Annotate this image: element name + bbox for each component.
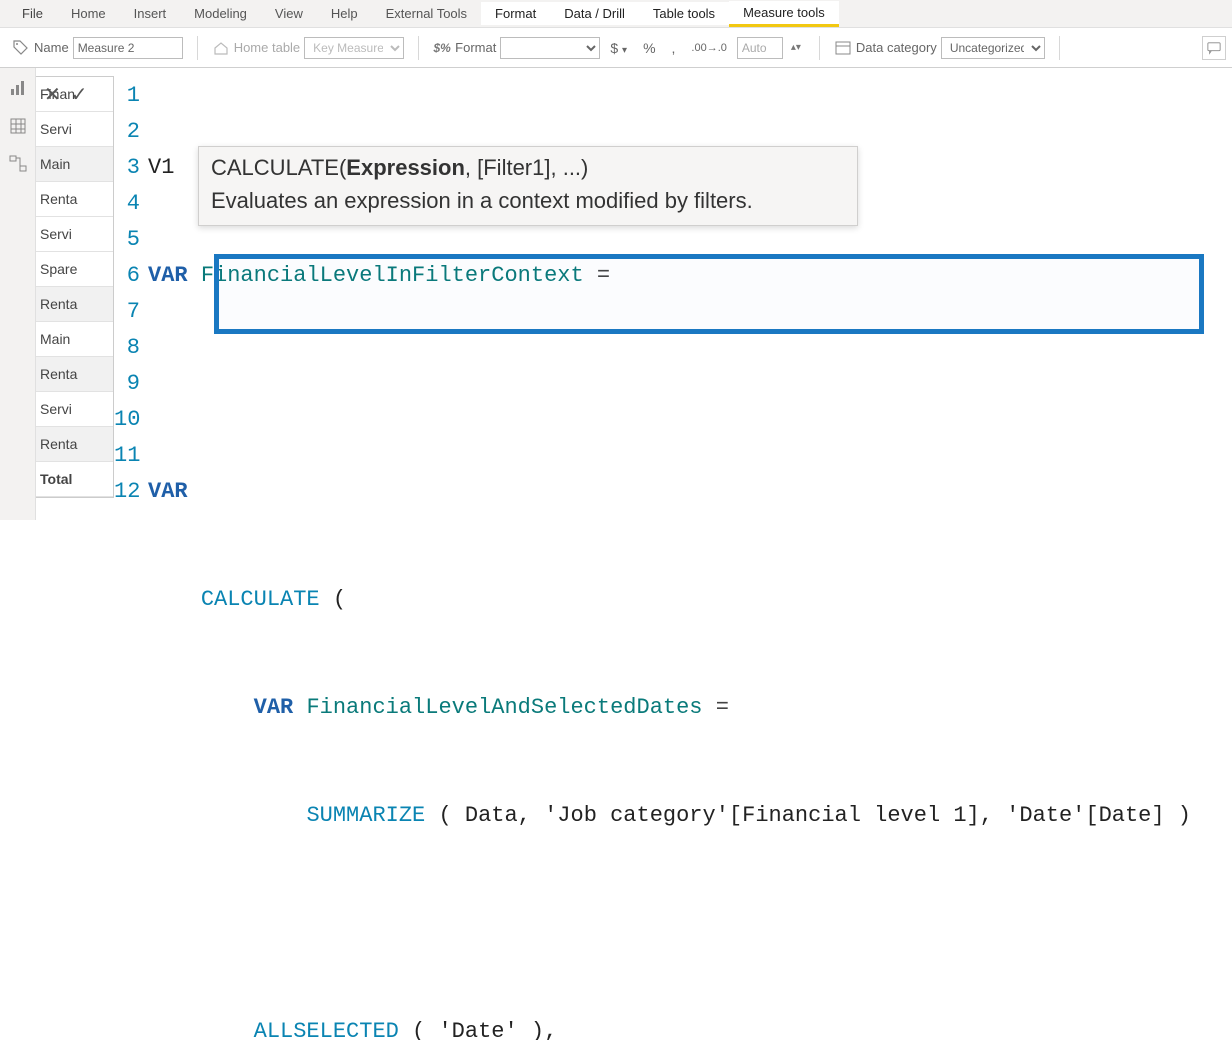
menu-insert[interactable]: Insert [120,2,181,25]
decimal-places-input[interactable] [737,37,783,59]
format-icon: $% [433,39,451,57]
menu-bar: File Home Insert Modeling View Help Exte… [0,0,1232,28]
list-item[interactable]: Renta [36,287,113,322]
thousands-button[interactable]: , [666,40,682,56]
dax-editor[interactable]: 1 2 3 4 5 6 7 8 9 10 11 12 V1 = VAR Fina… [114,78,1224,512]
currency-button[interactable]: $ ▾ [604,40,633,56]
format-select[interactable] [500,37,600,59]
list-item[interactable]: Servi [36,112,113,147]
name-group: Name [6,28,189,67]
list-item[interactable]: Renta [36,357,113,392]
data-category-label: Data category [856,40,937,55]
tooltip-description: Evaluates an expression in a context mod… [211,186,845,217]
menu-data-drill[interactable]: Data / Drill [550,2,639,25]
tag-icon [12,39,30,57]
stepper-icon[interactable]: ▴▾ [787,39,805,57]
menu-view[interactable]: View [261,2,317,25]
list-item-total[interactable]: Total [36,462,113,497]
menu-table-tools[interactable]: Table tools [639,2,729,25]
home-icon [212,39,230,57]
menu-home[interactable]: Home [57,2,120,25]
comment-button[interactable] [1202,36,1226,60]
data-view-icon[interactable] [6,114,30,138]
ribbon-toolbar: Name Home table Key Measures $% Format $… [0,28,1232,68]
home-table-select[interactable]: Key Measures [304,37,404,59]
home-table-group: Home table Key Measures [206,28,410,67]
menu-format[interactable]: Format [481,2,550,25]
intellisense-tooltip: CALCULATE(Expression, [Filter1], ...) Ev… [198,146,858,226]
category-icon [834,39,852,57]
menu-external-tools[interactable]: External Tools [372,2,481,25]
menu-help[interactable]: Help [317,2,372,25]
name-label: Name [34,40,69,55]
menu-measure-tools[interactable]: Measure tools [729,1,839,27]
model-view-icon[interactable] [6,152,30,176]
cancel-formula-icon[interactable]: ✕ [44,82,61,107]
data-category-group: Data category Uncategorized [828,28,1051,67]
list-item[interactable]: Main [36,147,113,182]
list-item[interactable]: Servi [36,217,113,252]
formula-controls: ✕ ✓ [44,82,88,107]
list-item[interactable]: Renta [36,182,113,217]
percent-button[interactable]: % [637,40,661,56]
home-table-label: Home table [234,40,300,55]
menu-modeling[interactable]: Modeling [180,2,261,25]
tooltip-signature: CALCULATE(Expression, [Filter1], ...) [211,153,845,184]
line-gutter: 1 2 3 4 5 6 7 8 9 10 11 12 [114,78,146,510]
list-item[interactable]: Spare [36,252,113,287]
precision-button[interactable]: .00→.0 [685,42,732,54]
format-group: $% Format $ ▾ % , .00→.0 ▴▾ [427,28,811,67]
list-item[interactable]: Renta [36,427,113,462]
view-strip [0,68,36,520]
list-item[interactable]: Main [36,322,113,357]
commit-formula-icon[interactable]: ✓ [71,82,88,107]
report-view-icon[interactable] [6,76,30,100]
menu-file[interactable]: File [8,2,57,25]
format-label: Format [455,40,496,55]
measure-name-input[interactable] [73,37,183,59]
data-category-select[interactable]: Uncategorized [941,37,1045,59]
field-list: Finan Servi Main Renta Servi Spare Renta… [36,76,114,498]
list-item[interactable]: Servi [36,392,113,427]
